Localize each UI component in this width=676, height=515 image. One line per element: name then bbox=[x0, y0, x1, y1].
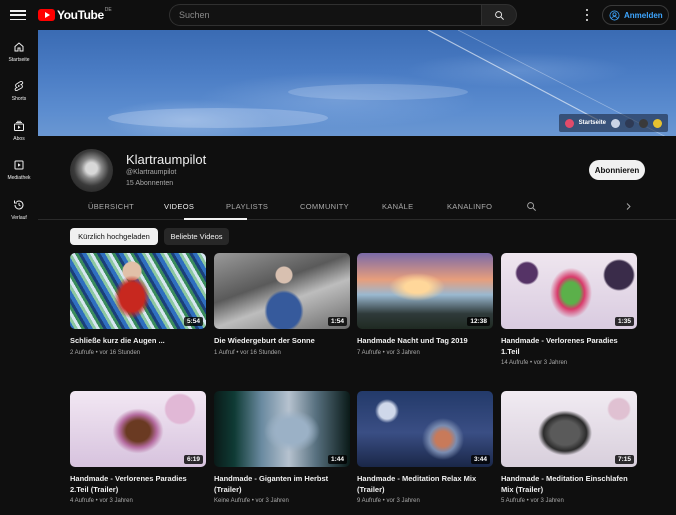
signin-button[interactable]: Anmelden bbox=[602, 5, 669, 25]
tab-community[interactable]: COMMUNITY bbox=[300, 202, 349, 211]
search-input[interactable] bbox=[169, 4, 481, 26]
home-icon bbox=[14, 42, 24, 52]
video-meta: 4 Aufrufe • vor 3 Jahren bbox=[70, 498, 133, 504]
channel-tabs: ÜBERSICHT VIDEOS PLAYLISTS COMMUNITY KAN… bbox=[38, 196, 676, 220]
video-duration: 1:35 bbox=[614, 317, 634, 326]
nav-item-subscriptions[interactable]: Abos bbox=[0, 120, 38, 154]
video-card[interactable]: 1:44 Handmade - Giganten im Herbst (Trai… bbox=[214, 391, 350, 504]
nav-item-library[interactable]: Mediathek bbox=[0, 159, 38, 193]
library-icon bbox=[14, 160, 24, 170]
logo-text: YouTube bbox=[57, 8, 104, 22]
tab-videos[interactable]: VIDEOS bbox=[164, 202, 194, 211]
video-title[interactable]: Die Wiedergeburt der Sonne bbox=[214, 336, 342, 347]
tab-kanalinfo[interactable]: KANALINFO bbox=[447, 202, 492, 211]
history-icon bbox=[14, 200, 24, 210]
video-title[interactable]: Handmade - Meditation Relax Mix (Trailer… bbox=[357, 474, 485, 495]
search-bar bbox=[169, 4, 517, 26]
nav-label-library: Mediathek bbox=[7, 175, 31, 181]
youtube-logo[interactable]: YouTube DE bbox=[38, 7, 112, 22]
video-card[interactable]: 6:19 Handmade - Verlorenes Paradies 2.Te… bbox=[70, 391, 206, 504]
video-thumbnail[interactable]: 3:44 bbox=[357, 391, 493, 467]
video-meta: 9 Aufrufe • vor 3 Jahren bbox=[357, 498, 420, 504]
chip-recent[interactable]: Kürzlich hochgeladen bbox=[70, 228, 158, 245]
video-duration: 3:44 bbox=[470, 455, 490, 464]
nav-label-home: Startseite bbox=[8, 57, 30, 63]
banner-link-label[interactable]: Startseite bbox=[579, 120, 606, 126]
video-duration: 12:38 bbox=[467, 317, 490, 326]
video-meta: 14 Aufrufe • vor 3 Jahren bbox=[501, 360, 568, 366]
more-options-icon[interactable] bbox=[582, 8, 592, 22]
banner-links: Startseite bbox=[558, 114, 668, 132]
channel-search-icon[interactable] bbox=[526, 201, 537, 212]
video-thumbnail[interactable]: 1:35 bbox=[501, 253, 637, 329]
video-title[interactable]: Handmade - Verlorenes Paradies 1.Teil bbox=[501, 336, 629, 357]
video-duration: 5:54 bbox=[183, 317, 203, 326]
left-nav: Startseite Shorts Abos Mediathek Verlauf bbox=[0, 30, 38, 515]
shorts-icon bbox=[14, 80, 24, 92]
signin-label: Anmelden bbox=[624, 10, 663, 20]
video-meta: 2 Aufrufe • vor 16 Stunden bbox=[70, 349, 141, 356]
channel-subscribers: 15 Abonnenten bbox=[126, 180, 174, 187]
video-title[interactable]: Handmade - Verlorenes Paradies 2.Teil (T… bbox=[70, 474, 198, 495]
nav-item-shorts[interactable]: Shorts bbox=[0, 80, 38, 114]
youtube-play-icon bbox=[38, 9, 55, 21]
video-duration: 1:54 bbox=[327, 317, 347, 326]
search-icon bbox=[494, 10, 504, 20]
video-duration: 7:15 bbox=[614, 455, 634, 464]
video-meta: 1 Aufruf • vor 16 Stunden bbox=[214, 349, 281, 356]
chip-popular[interactable]: Beliebte Videos bbox=[164, 228, 229, 245]
channel-handle: @Klartraumpilot bbox=[126, 169, 177, 176]
video-thumbnail[interactable]: 7:15 bbox=[501, 391, 637, 467]
chevron-right-icon[interactable] bbox=[624, 202, 633, 211]
video-duration: 1:44 bbox=[327, 455, 347, 464]
video-title[interactable]: Handmade Nacht und Tag 2019 bbox=[357, 336, 485, 347]
video-card[interactable]: 5:54 Schließe kurz die Augen ... 2 Aufru… bbox=[70, 253, 206, 356]
video-thumbnail[interactable]: 1:54 bbox=[214, 253, 350, 329]
menu-icon[interactable] bbox=[10, 7, 26, 23]
nav-label-history: Verlauf bbox=[11, 215, 27, 221]
video-card[interactable]: 7:15 Handmade - Meditation Einschlafen M… bbox=[501, 391, 637, 504]
video-thumbnail[interactable]: 5:54 bbox=[70, 253, 206, 329]
nav-item-history[interactable]: Verlauf bbox=[0, 199, 38, 233]
subscribe-button[interactable]: Abonnieren bbox=[589, 160, 645, 180]
nav-item-home[interactable]: Startseite bbox=[0, 41, 38, 75]
tab-playlists[interactable]: PLAYLISTS bbox=[226, 202, 268, 211]
video-card[interactable]: 1:35 Handmade - Verlorenes Paradies 1.Te… bbox=[501, 253, 637, 366]
video-title[interactable]: Handmade - Meditation Einschlafen Mix (T… bbox=[501, 474, 629, 495]
account-icon bbox=[609, 10, 620, 20]
video-card[interactable]: 3:44 Handmade - Meditation Relax Mix (Tr… bbox=[357, 391, 493, 504]
channel-avatar bbox=[70, 149, 113, 192]
video-meta: 7 Aufrufe • vor 3 Jahren bbox=[357, 349, 420, 356]
tab-uebersicht[interactable]: ÜBERSICHT bbox=[88, 202, 134, 211]
search-button[interactable] bbox=[481, 4, 517, 26]
video-thumbnail[interactable]: 6:19 bbox=[70, 391, 206, 467]
nav-label-subscriptions: Abos bbox=[13, 136, 25, 142]
link-icon-2[interactable] bbox=[639, 118, 648, 128]
video-thumbnail[interactable]: 12:38 bbox=[357, 253, 493, 329]
website-icon[interactable] bbox=[564, 118, 574, 128]
video-title[interactable]: Schließe kurz die Augen ... bbox=[70, 336, 198, 347]
active-tab-indicator bbox=[184, 218, 247, 220]
link-icon[interactable] bbox=[625, 118, 634, 128]
nav-label-shorts: Shorts bbox=[11, 96, 27, 102]
subscriptions-icon bbox=[14, 120, 24, 131]
channel-banner: Startseite bbox=[38, 30, 676, 136]
video-meta: Keine Aufrufe • vor 3 Jahren bbox=[214, 498, 289, 504]
video-thumbnail[interactable]: 1:44 bbox=[214, 391, 350, 467]
video-title[interactable]: Handmade - Giganten im Herbst (Trailer) bbox=[214, 474, 342, 495]
video-duration: 6:19 bbox=[183, 455, 203, 464]
tab-kanaele[interactable]: KANÄLE bbox=[382, 202, 413, 211]
video-card[interactable]: 1:54 Die Wiedergeburt der Sonne 1 Aufruf… bbox=[214, 253, 350, 356]
logo-country: DE bbox=[104, 7, 112, 13]
video-card[interactable]: 12:38 Handmade Nacht und Tag 2019 7 Aufr… bbox=[357, 253, 493, 356]
video-meta: 5 Aufrufe • vor 3 Jahren bbox=[501, 498, 564, 504]
link-icon-3[interactable] bbox=[653, 118, 662, 128]
channel-name: Klartraumpilot bbox=[126, 152, 207, 167]
wordpress-icon[interactable] bbox=[611, 118, 620, 128]
top-bar: YouTube DE Anmelden bbox=[0, 0, 676, 30]
